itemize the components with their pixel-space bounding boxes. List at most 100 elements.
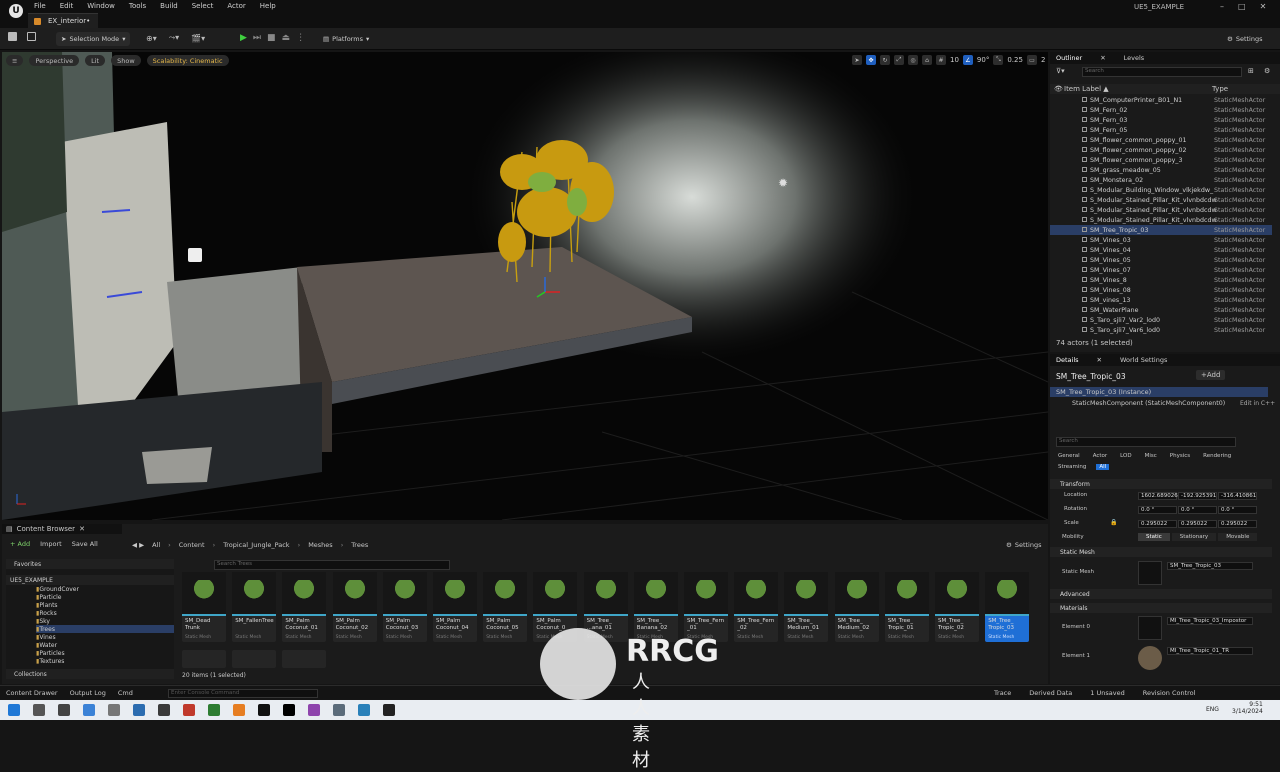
select-mode-icon[interactable]: ➤: [852, 55, 862, 65]
asset-tile[interactable]: SM_Palm Coconut_04 Static Mesh: [433, 572, 477, 642]
app-icon-8[interactable]: [258, 704, 270, 716]
folder-item[interactable]: ▮ GroundCover: [36, 585, 174, 593]
angle-value[interactable]: 90°: [977, 56, 989, 64]
scale-icon[interactable]: ⤢: [894, 55, 904, 65]
app-icon-12[interactable]: [383, 704, 395, 716]
input-language[interactable]: ENG: [1206, 706, 1219, 713]
cmd-button[interactable]: Cmd: [118, 689, 133, 697]
outliner-row[interactable]: SM_Vines_07 StaticMeshActor: [1050, 265, 1272, 275]
asset-tile[interactable]: SM_FallenTree Static Mesh: [232, 572, 277, 642]
menu-actor[interactable]: Actor: [227, 2, 245, 10]
app-icon-11[interactable]: [358, 704, 370, 716]
maximize-icon[interactable]: □: [1238, 2, 1246, 11]
revision-control-button[interactable]: Revision Control: [1143, 689, 1196, 697]
import-button[interactable]: Import: [40, 540, 62, 548]
materials-section[interactable]: Materials: [1050, 603, 1272, 613]
rotation-y[interactable]: 0.0 °: [1178, 506, 1217, 514]
folder-item[interactable]: ▮ Sky: [36, 617, 174, 625]
save-icon[interactable]: [8, 32, 17, 41]
folder-item[interactable]: ▮ Vines: [36, 633, 174, 641]
folder-item[interactable]: ▮ Water: [36, 641, 174, 649]
menu-build[interactable]: Build: [160, 2, 178, 10]
material1-thumbnail[interactable]: [1138, 646, 1162, 670]
project-root[interactable]: UE5_EXAMPLE: [6, 575, 174, 585]
viewport-menu-button[interactable]: ≡: [6, 55, 24, 66]
asset-tile[interactable]: SM_Palm Coconut_02 Static Mesh: [332, 572, 377, 642]
history-icon[interactable]: ◀ ▶: [132, 541, 144, 549]
location-label[interactable]: Location: [1064, 492, 1087, 498]
level-tab[interactable]: EX_interior•: [28, 13, 98, 28]
outliner-row[interactable]: SM_Fern_03 StaticMeshActor: [1050, 115, 1272, 125]
asset-tile[interactable]: SM_Tree_ Medium_02 Static Mesh: [834, 572, 879, 642]
camera-speed-value[interactable]: 2: [1041, 56, 1045, 64]
outliner-row[interactable]: S_Modular_Stained_Pillar_Kit_vlvnbdcdw St…: [1050, 195, 1272, 205]
add-component-button[interactable]: +Add: [1196, 370, 1226, 380]
search-icon[interactable]: [33, 704, 45, 716]
settings-button[interactable]: ⚙ Settings: [1222, 32, 1268, 46]
tab-details[interactable]: Details: [1056, 356, 1079, 364]
outliner-row[interactable]: SM_Vines_03 StaticMeshActor: [1050, 235, 1272, 245]
visibility-icon[interactable]: 👁: [1054, 85, 1063, 93]
outliner-row[interactable]: SM_Monstera_02 StaticMeshActor: [1050, 175, 1272, 185]
menu-file[interactable]: File: [34, 2, 46, 10]
component-row[interactable]: StaticMeshComponent (StaticMeshComponent…: [1072, 400, 1225, 407]
close-icon[interactable]: ✕: [1097, 356, 1102, 364]
scalability-button[interactable]: Scalability: Cinematic: [146, 55, 229, 66]
cinematics-icon[interactable]: 🎬▾: [191, 34, 205, 43]
unreal-taskbar-icon[interactable]: [283, 704, 295, 716]
asset-tile[interactable]: [282, 650, 327, 668]
outliner-row[interactable]: SM_Vines_04 StaticMeshActor: [1050, 245, 1272, 255]
location-x[interactable]: 1602.689026: [1138, 492, 1178, 500]
content-browser-tab[interactable]: ▤ Content Browser ✕: [2, 524, 122, 534]
asset-tile[interactable]: SM_Palm Coconut_01 Static Mesh: [282, 572, 327, 642]
folder-item[interactable]: ▮ Particle: [36, 593, 174, 601]
mobility-movable[interactable]: Movable: [1218, 533, 1258, 541]
app-icon-2[interactable]: [108, 704, 120, 716]
app-icon-9[interactable]: [308, 704, 320, 716]
unsaved-button[interactable]: 1 Unsaved: [1090, 689, 1124, 697]
close-icon[interactable]: ✕: [1100, 54, 1105, 62]
outliner-row[interactable]: SM_Tree_Tropic_03 StaticMeshActor: [1050, 225, 1272, 235]
folder-item[interactable]: ▮ Trees: [36, 625, 174, 633]
lit-button[interactable]: Lit: [85, 55, 106, 66]
instance-row[interactable]: SM_Tree_Tropic_03 (Instance): [1050, 387, 1268, 397]
collections-header[interactable]: Collections: [6, 669, 174, 679]
filter-icon[interactable]: ⊽▾: [1056, 67, 1065, 75]
tab-outliner[interactable]: Outliner: [1056, 54, 1082, 62]
windows-start-icon[interactable]: [8, 704, 20, 716]
app-icon-5[interactable]: [183, 704, 195, 716]
filter-all[interactable]: All: [1096, 464, 1110, 470]
add-button[interactable]: + Add: [10, 540, 30, 548]
filter-physics[interactable]: Physics: [1170, 453, 1190, 459]
folder-item[interactable]: ▮ Particles: [36, 649, 174, 657]
filter-streaming[interactable]: Streaming: [1058, 464, 1086, 470]
outliner-row[interactable]: S_Modular_Stained_Pillar_Kit_vlvnbdcdw St…: [1050, 205, 1272, 215]
col-item-label[interactable]: Item Label ▲: [1064, 85, 1109, 93]
filter-rendering[interactable]: Rendering: [1203, 453, 1231, 459]
scale-x[interactable]: 0.295022: [1138, 520, 1177, 528]
outliner-row[interactable]: S_Modular_Stained_Pillar_Kit_vlvnbdcdw St…: [1050, 215, 1272, 225]
outliner-row[interactable]: SM_grass_meadow_05 StaticMeshActor: [1050, 165, 1272, 175]
asset-tile[interactable]: SM_Dead Trunk Static Mesh: [182, 572, 226, 642]
outliner-row[interactable]: SM_Vines_8 StaticMeshActor: [1050, 275, 1272, 285]
outliner-row[interactable]: S_Modular_Building_Window_vlkjekdw_ Stati…: [1050, 185, 1272, 195]
favorites-header[interactable]: Favorites: [6, 559, 174, 569]
add-filter-icon[interactable]: ⊞: [1248, 67, 1254, 75]
mobility-stationary[interactable]: Stationary: [1171, 533, 1217, 541]
point-light-icon[interactable]: [188, 248, 202, 262]
asset-tile[interactable]: SM_Palm Coconut_03 Static Mesh: [382, 572, 427, 642]
static-mesh-thumbnail[interactable]: [1138, 561, 1162, 585]
material0-thumbnail[interactable]: [1138, 616, 1162, 640]
save-all-button[interactable]: Save All: [72, 540, 98, 548]
mobility-static[interactable]: Static: [1138, 533, 1170, 541]
edit-cpp-link[interactable]: Edit in C++: [1240, 400, 1275, 407]
outliner-row[interactable]: S_Taro_sjli7_Var2_lod0 StaticMeshActor: [1050, 315, 1272, 325]
lock-icon[interactable]: 🔒: [1110, 519, 1117, 526]
breadcrumb-pack[interactable]: Tropical_Jungle_Pack: [223, 541, 289, 549]
blueprint-icon[interactable]: ⤳▾: [169, 33, 179, 43]
outliner-row[interactable]: SM_vines_13 StaticMeshActor: [1050, 295, 1272, 305]
rotate-icon[interactable]: ↻: [880, 55, 890, 65]
minimize-icon[interactable]: –: [1220, 2, 1224, 11]
scale-z[interactable]: 0.295022: [1218, 520, 1257, 528]
selection-mode-button[interactable]: ➤ Selection Mode ▾: [56, 32, 131, 46]
